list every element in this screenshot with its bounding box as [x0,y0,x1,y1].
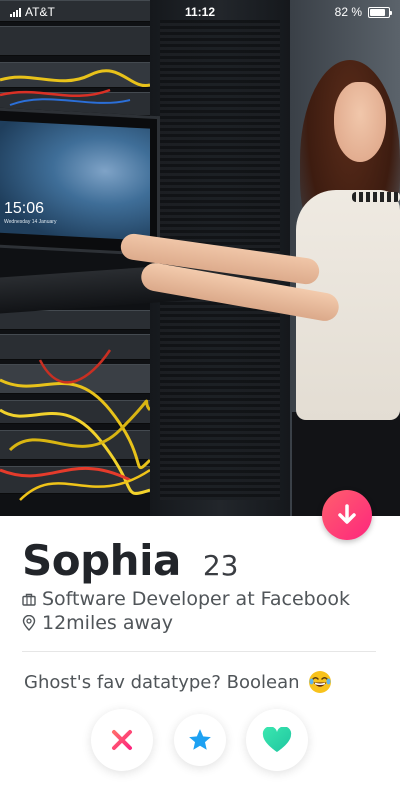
rack-unit [0,310,150,330]
profile-name: Sophia [22,536,181,585]
rack-unit [0,26,150,56]
profile-age: 23 [202,549,239,582]
person-face [334,82,386,162]
briefcase-icon [22,593,36,606]
status-battery: 82 % [334,5,392,19]
carrier-label: AT&T [25,5,55,19]
location-pin-icon [22,615,36,631]
close-icon [112,730,132,750]
arrow-down-icon [338,504,356,524]
signal-icon [10,7,21,17]
profile-job: Software Developer at Facebook [42,588,350,610]
profile-job-row: Software Developer at Facebook [22,588,350,610]
info-button[interactable] [322,490,372,540]
like-button[interactable] [246,709,308,771]
screen-clock: 15:06 [4,200,45,217]
battery-percent: 82 % [334,5,362,19]
profile-bio: Ghost's fav datatype? Boolean [24,671,300,693]
star-icon [189,729,211,750]
super-like-button[interactable] [174,714,226,766]
heart-icon [262,727,292,752]
action-bar [0,706,400,771]
status-carrier: AT&T [10,5,55,19]
battery-icon [368,6,392,18]
laughing-emoji-icon [308,671,331,693]
name-row: Sophia 23 [22,536,238,585]
profile-bio-row: Ghost's fav datatype? Boolean [24,670,332,694]
profile-distance-row: 12miles away [22,612,173,634]
profile-distance: 12miles away [42,612,173,634]
screen-date: Wednesday 14 January [4,219,57,225]
network-cables [0,349,150,501]
divider [22,651,376,652]
profile-photo[interactable]: 15:06 Wednesday 14 January [0,0,400,516]
status-bar: AT&T 11:12 82 % [0,0,400,24]
battery-level [370,8,385,16]
nope-button[interactable] [91,709,153,771]
person-collar [352,192,400,202]
